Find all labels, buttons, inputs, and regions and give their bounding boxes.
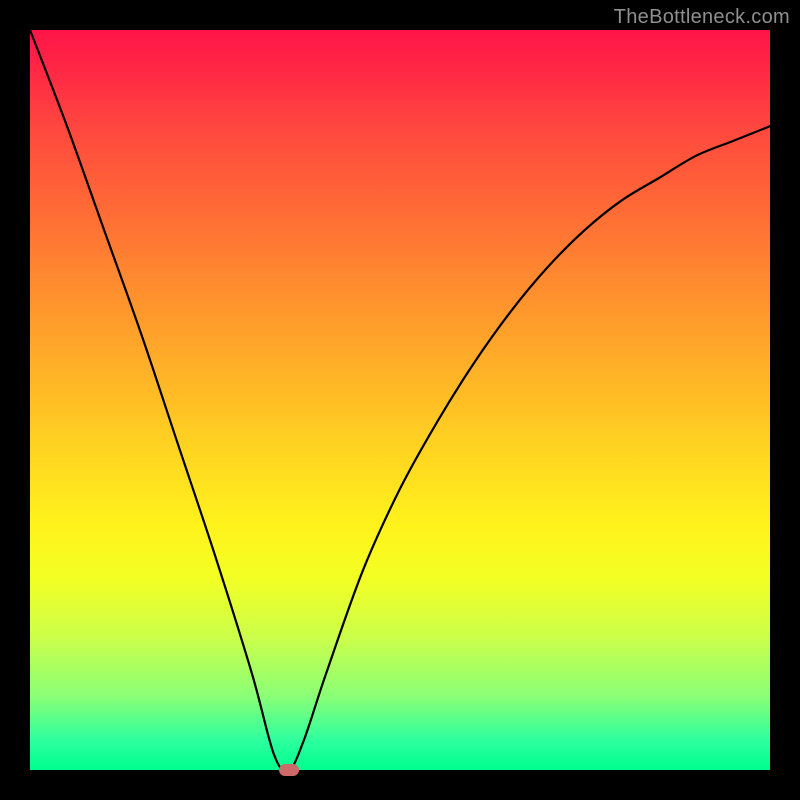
plot-area	[30, 30, 770, 770]
watermark-text: TheBottleneck.com	[614, 6, 790, 29]
bottleneck-curve	[30, 30, 770, 770]
chart-frame: TheBottleneck.com	[0, 0, 800, 800]
